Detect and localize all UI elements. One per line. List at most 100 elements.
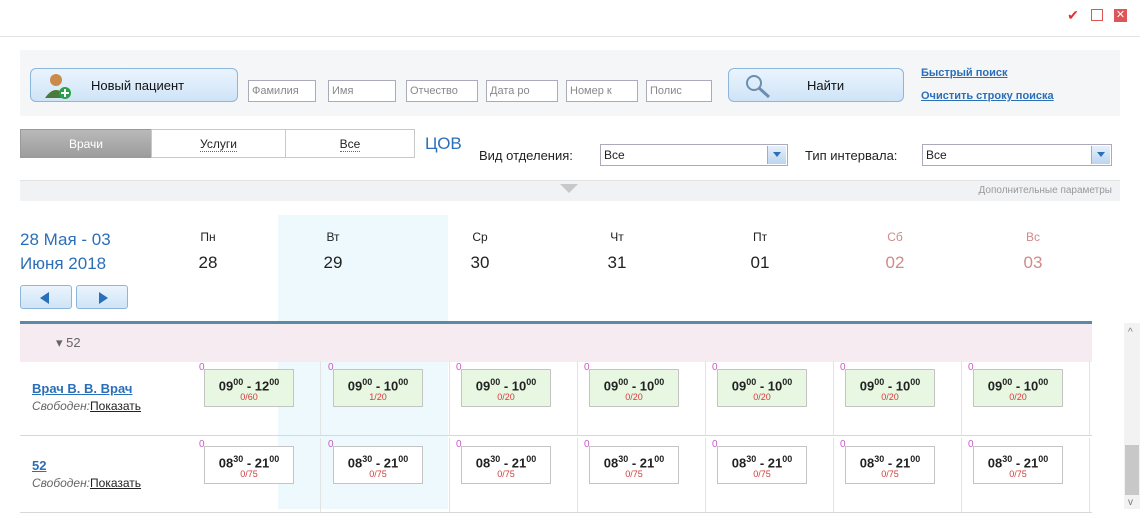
doctor-name-link[interactable]: 52 bbox=[32, 458, 46, 473]
slot-time: 0830 - 2100 bbox=[603, 454, 665, 471]
time-slot[interactable]: 0830 - 2100 0/75 bbox=[204, 446, 294, 484]
time-slot[interactable]: 0900 - 1000 0/20 bbox=[973, 369, 1063, 407]
doctor-status: Свободен:Показать bbox=[32, 399, 141, 413]
schedule-cell: 0 0900 - 1000 0/20 bbox=[706, 361, 834, 435]
check-icon[interactable]: ✔ bbox=[1066, 8, 1080, 22]
window-titlebar: ✔ ✕ bbox=[0, 0, 1140, 37]
interval-type-label: Тип интервала: bbox=[805, 148, 898, 163]
time-slot[interactable]: 0830 - 2100 0/75 bbox=[717, 446, 807, 484]
next-week-button[interactable] bbox=[76, 285, 128, 309]
time-slot[interactable]: 0830 - 2100 0/75 bbox=[589, 446, 679, 484]
time-slot[interactable]: 0830 - 2100 0/75 bbox=[845, 446, 935, 484]
schedule-cell: 0 0900 - 1000 0/20 bbox=[962, 361, 1090, 435]
schedule-cell: 0 0830 - 2100 0/75 bbox=[962, 438, 1090, 512]
vertical-scrollbar[interactable]: ^ v bbox=[1124, 323, 1140, 509]
card-number-input[interactable]: Номер к bbox=[566, 80, 638, 102]
status-label: Свободен: bbox=[32, 399, 91, 413]
group-label: 52 bbox=[66, 335, 81, 350]
scroll-down-icon[interactable]: v bbox=[1128, 497, 1133, 508]
doctor-status: Свободен:Показать bbox=[32, 476, 141, 490]
show-link[interactable]: Показать bbox=[90, 476, 141, 490]
show-link[interactable]: Показать bbox=[90, 399, 141, 413]
dept-type-value: Все bbox=[604, 148, 625, 162]
slot-count: 0/75 bbox=[753, 469, 771, 480]
doctor-name-link[interactable]: Врач В. В. Врач bbox=[32, 381, 132, 396]
slot-count: 0/75 bbox=[497, 469, 515, 480]
schedule-cell: 0 0830 - 2100 0/75 bbox=[834, 438, 962, 512]
day-header-4[interactable]: Пт 01 bbox=[700, 218, 820, 316]
additional-params-bar[interactable]: Дополнительные параметры bbox=[20, 180, 1120, 201]
tab-services[interactable]: Услуги bbox=[151, 129, 286, 158]
day-header-6[interactable]: Вс 03 bbox=[973, 218, 1093, 316]
schedule-cell: 0 0830 - 2100 0/75 bbox=[322, 438, 450, 512]
slot-time: 0830 - 2100 bbox=[987, 454, 1049, 471]
slot-count: 0/75 bbox=[881, 469, 899, 480]
new-patient-button[interactable]: Новый пациент bbox=[30, 68, 238, 102]
time-slot[interactable]: 0830 - 2100 0/75 bbox=[461, 446, 551, 484]
arrow-right-icon bbox=[99, 292, 108, 304]
chevron-down-icon[interactable] bbox=[1091, 146, 1110, 164]
tab-all-label: Все bbox=[339, 137, 361, 152]
slot-count: 0/20 bbox=[1009, 392, 1027, 403]
time-slot[interactable]: 0900 - 1200 0/60 bbox=[204, 369, 294, 407]
schedule-cell: 0 0900 - 1000 0/20 bbox=[450, 361, 578, 435]
group-row[interactable]: ▾ 52 bbox=[20, 321, 1092, 362]
slot-count: 0/75 bbox=[1009, 469, 1027, 480]
day-header-2[interactable]: Ср 30 bbox=[420, 218, 540, 316]
slot-count: 0/75 bbox=[240, 469, 258, 480]
lastname-input[interactable]: Фамилия bbox=[248, 80, 316, 102]
tab-services-label: Услуги bbox=[200, 137, 237, 152]
day-name: Сб bbox=[887, 230, 903, 244]
slot-time: 0900 - 1000 bbox=[475, 377, 537, 394]
slot-time: 0830 - 2100 bbox=[218, 454, 280, 471]
time-slot[interactable]: 0830 - 2100 0/75 bbox=[333, 446, 423, 484]
schedule-cell: 0 0900 - 1000 0/20 bbox=[578, 361, 706, 435]
schedule-cell: 0 0830 - 2100 0/75 bbox=[193, 438, 321, 512]
time-slot[interactable]: 0900 - 1000 0/20 bbox=[845, 369, 935, 407]
firstname-input[interactable]: Имя bbox=[328, 80, 396, 102]
expand-chevron-icon[interactable] bbox=[560, 184, 578, 193]
time-slot[interactable]: 0900 - 1000 0/20 bbox=[717, 369, 807, 407]
schedule-cell: 0 0900 - 1000 0/20 bbox=[834, 361, 962, 435]
tab-doctors[interactable]: Врачи bbox=[20, 129, 152, 158]
day-header-5[interactable]: Сб 02 bbox=[835, 218, 955, 316]
quick-search-link[interactable]: Быстрый поиск bbox=[921, 67, 1008, 79]
schedule-cell: 0 0830 - 2100 0/75 bbox=[578, 438, 706, 512]
birthdate-input[interactable]: Дата ро bbox=[486, 80, 558, 102]
slot-time: 0900 - 1000 bbox=[859, 377, 921, 394]
slot-time: 0830 - 2100 bbox=[475, 454, 537, 471]
slot-count: 0/20 bbox=[497, 392, 515, 403]
scroll-up-icon[interactable]: ^ bbox=[1128, 327, 1133, 338]
slot-time: 0900 - 1000 bbox=[603, 377, 665, 394]
patronymic-input[interactable]: Отчество bbox=[406, 80, 478, 102]
find-button[interactable]: Найти bbox=[728, 68, 904, 102]
close-icon[interactable]: ✕ bbox=[1114, 9, 1127, 22]
interval-type-select[interactable]: Все bbox=[922, 144, 1112, 166]
dept-type-label: Вид отделения: bbox=[479, 148, 573, 163]
day-number: 28 bbox=[198, 253, 218, 272]
day-name: Пт bbox=[752, 230, 768, 244]
day-number: 03 bbox=[1023, 253, 1043, 272]
slot-time: 0830 - 2100 bbox=[859, 454, 921, 471]
time-slot[interactable]: 0900 - 1000 0/20 bbox=[461, 369, 551, 407]
prev-week-button[interactable] bbox=[20, 285, 72, 309]
time-slot[interactable]: 0900 - 1000 1/20 bbox=[333, 369, 423, 407]
date-range-line2: Июня 2018 bbox=[20, 254, 107, 273]
day-name: Ср bbox=[472, 230, 488, 244]
day-name: Чт bbox=[610, 230, 624, 244]
dept-type-select[interactable]: Все bbox=[600, 144, 788, 166]
clear-search-link[interactable]: Очистить строку поиска bbox=[921, 90, 1054, 102]
day-header-1[interactable]: Вт 29 bbox=[273, 218, 393, 316]
policy-input[interactable]: Полис bbox=[646, 80, 712, 102]
time-slot[interactable]: 0830 - 2100 0/75 bbox=[973, 446, 1063, 484]
time-slot[interactable]: 0900 - 1000 0/20 bbox=[589, 369, 679, 407]
chevron-down-icon[interactable] bbox=[767, 146, 786, 164]
slot-count: 0/75 bbox=[369, 469, 387, 480]
day-header-0[interactable]: Пн 28 bbox=[148, 218, 268, 316]
tab-all[interactable]: Все bbox=[285, 129, 415, 158]
scroll-thumb[interactable] bbox=[1125, 445, 1139, 495]
date-range-line1: 28 Мая - 03 bbox=[20, 230, 111, 249]
day-header-3[interactable]: Чт 31 bbox=[557, 218, 677, 316]
minimize-icon[interactable] bbox=[1091, 9, 1103, 21]
group-toggle[interactable]: ▾ 52 bbox=[56, 335, 81, 351]
